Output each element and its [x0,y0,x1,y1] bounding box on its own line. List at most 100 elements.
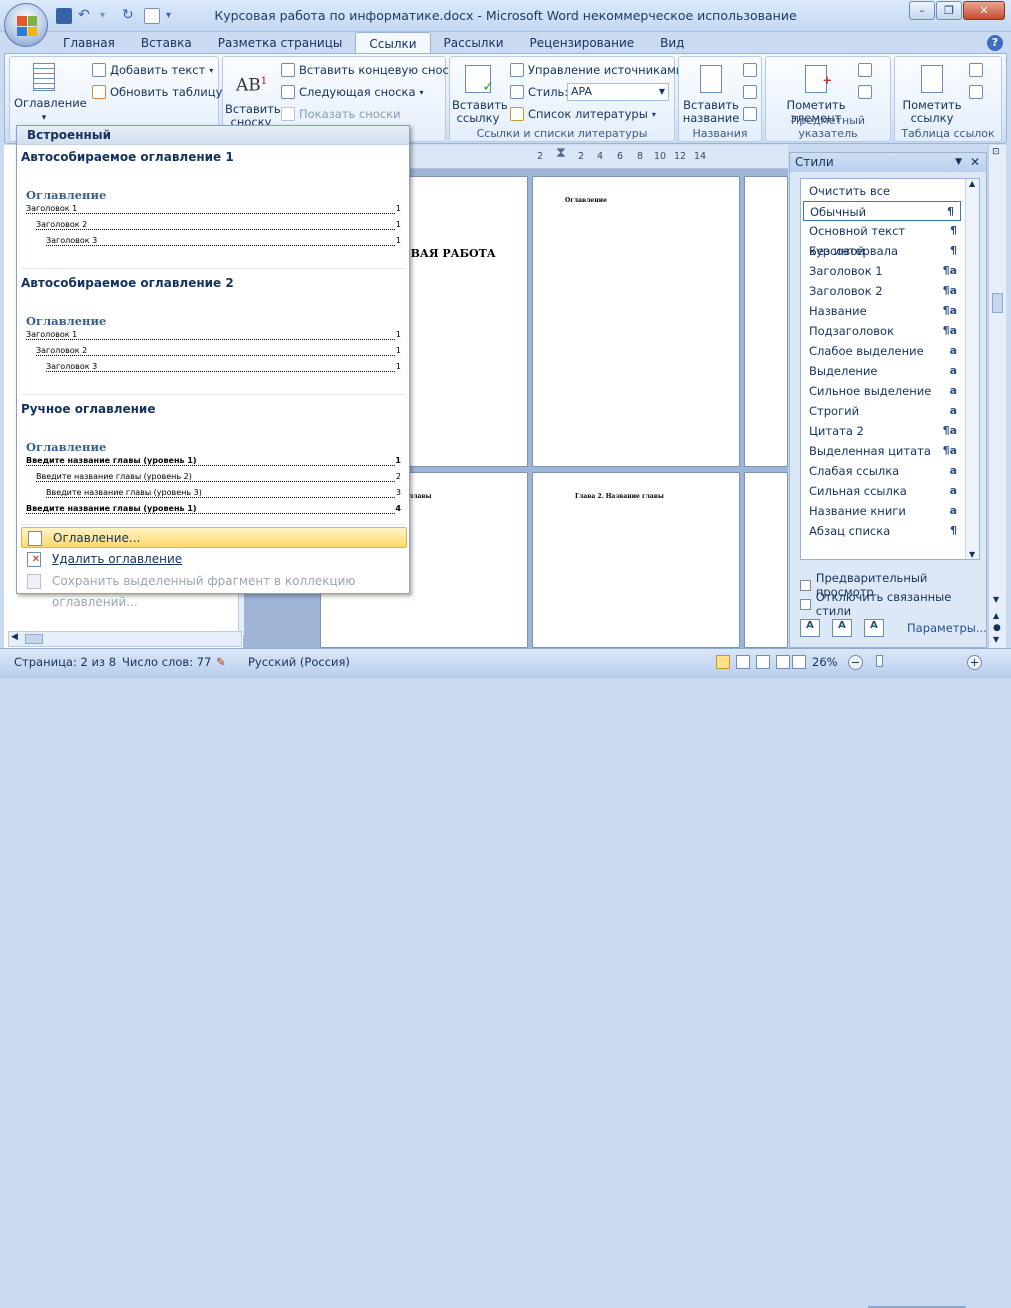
style-item[interactable]: Строгий a [803,401,963,421]
gallery-header: Встроенный [17,126,409,145]
save-selection-menu-item[interactable]: Сохранить выделенный фрагмент в коллекци… [21,571,407,609]
horizontal-scrollbar[interactable]: ◀ [8,631,242,647]
tab-insert[interactable]: Вставка [128,32,205,54]
insert-index-icon[interactable] [858,63,872,77]
divider [21,268,405,269]
tab-mailings[interactable]: Рассылки [431,32,517,54]
style-item[interactable]: Без интервала ¶ [803,241,963,261]
manage-sources-button[interactable]: Управление источниками [510,63,683,77]
style-item[interactable]: Выделенная цитата ¶a [803,441,963,461]
insert-citation-button[interactable]: ✓ Вставить ссылку [452,65,508,125]
scroll-down-icon[interactable]: ▼ [993,595,999,604]
tab-page-layout[interactable]: Разметка страницы [205,32,356,54]
update-table-figures-icon[interactable] [743,85,757,99]
show-notes-button[interactable]: Показать сноски [281,107,401,121]
zoom-level[interactable]: 26% [812,655,838,669]
mark-citation-button[interactable]: Пометить ссылку [899,65,965,125]
disable-linked-checkbox[interactable]: Отключить связанные стили [800,590,986,618]
insert-citation-label: Вставить ссылку [452,98,508,125]
update-toa-icon[interactable] [969,85,983,99]
manage-styles-icon[interactable]: A [864,619,884,637]
style-options-link[interactable]: Параметры... [907,621,987,635]
next-page-icon[interactable]: ▼ [993,635,999,644]
document-page-3[interactable] [744,176,788,467]
split-icon[interactable]: ⊡ [992,147,1000,157]
scroll-up-icon[interactable]: ▲ [969,179,975,188]
browse-object-icon[interactable]: ● [993,623,1001,633]
scroll-thumb[interactable] [992,293,1003,313]
draft-view-icon[interactable] [792,655,806,669]
style-item[interactable]: Абзац списка ¶ [803,521,963,541]
style-item[interactable]: Заголовок 1 ¶a [803,261,963,281]
insert-endnote-label: Вставить концевую сноску [299,63,463,77]
style-item[interactable]: Слабая ссылка a [803,461,963,481]
insert-footnote-button[interactable]: AB1 Вставить сноску [225,67,281,129]
style-item[interactable]: Подзаголовок ¶a [803,321,963,341]
insert-toa-icon[interactable] [969,63,983,77]
toc-preview-auto-2[interactable]: Оглавление Заголовок 11 Заголовок 21 Заг… [21,294,405,390]
bibliography-button[interactable]: Список литературы ▾ [510,107,656,121]
previous-page-icon[interactable]: ▲ [993,611,999,620]
tab-home[interactable]: Главная [50,32,128,54]
insert-table-of-figures-icon[interactable] [743,63,757,77]
toc-preview-manual[interactable]: Оглавление Введите название главы (урове… [21,420,405,520]
toc-preview-line: Заголовок 21 [36,346,401,356]
insert-endnote-button[interactable]: Вставить концевую сноску [281,63,463,77]
add-text-button[interactable]: Добавить текст ▾ [92,63,213,77]
toc-dialog-menu-item[interactable]: Оглавление... [21,527,407,548]
style-item[interactable]: Слабое выделение a [803,341,963,361]
toc-button[interactable]: Оглавление ▾ [14,63,87,125]
pane-options-icon[interactable]: ▼ [955,153,962,172]
office-logo-icon [17,16,37,36]
zoom-out-icon[interactable]: − [848,655,863,670]
close-button[interactable]: ✕ [963,1,1005,20]
word-count[interactable]: Число слов: 77 [122,655,211,669]
tab-view[interactable]: Вид [647,32,697,54]
indent-marker-icon[interactable]: ⧗ [556,145,566,161]
remove-toc-menu-item[interactable]: ✕ Удалить оглавление [21,549,407,570]
new-style-icon[interactable]: A [800,619,820,637]
style-item[interactable]: Основной текст курсовой ¶ [803,221,963,258]
scroll-thumb[interactable] [25,634,43,644]
document-page-5[interactable]: Глава 2. Название главы [532,472,740,648]
update-index-icon[interactable] [858,85,872,99]
style-inspector-icon[interactable]: A [832,619,852,637]
office-button[interactable] [4,3,48,47]
tab-references[interactable]: Ссылки [355,32,431,54]
style-item[interactable]: Сильная ссылка a [803,481,963,501]
style-item[interactable]: Выделение a [803,361,963,381]
mark-citation-label: Пометить ссылку [902,98,962,125]
tab-review[interactable]: Рецензирование [517,32,648,54]
document-page-2[interactable]: Оглавление [532,176,740,467]
toc-preview-auto-1[interactable]: Оглавление Заголовок 11 Заголовок 21 Заг… [21,168,405,264]
style-item-selected[interactable]: Обычный ¶ [803,201,961,221]
styles-list-scrollbar[interactable]: ▲ ▼ [965,179,979,559]
citation-style-select[interactable]: APA ▼ [567,83,669,101]
document-page-6[interactable] [744,472,788,648]
web-layout-icon[interactable] [756,655,770,669]
page-indicator[interactable]: Страница: 2 из 8 [14,655,116,669]
style-item[interactable]: Цитата 2 ¶a [803,421,963,441]
cross-reference-icon[interactable] [743,107,757,121]
style-item[interactable]: Очистить все [803,181,963,201]
close-pane-icon[interactable]: ✕ [970,153,980,172]
style-item[interactable]: Сильное выделение a [803,381,963,401]
restore-button[interactable]: ❐ [936,1,962,20]
update-table-button[interactable]: Обновить таблицу [92,85,222,99]
language-indicator[interactable]: Русский (Россия) [248,655,350,669]
insert-caption-button[interactable]: Вставить название [681,65,741,125]
scroll-down-icon[interactable]: ▼ [969,550,975,559]
help-icon[interactable]: ? [987,35,1003,51]
style-item[interactable]: Название книги a [803,501,963,521]
full-screen-reading-icon[interactable] [736,655,750,669]
minimize-button[interactable]: – [909,1,935,20]
style-item[interactable]: Заголовок 2 ¶a [803,281,963,301]
right-vertical-scrollbar[interactable]: ⊡ ▼ ▲ ● ▼ [988,145,1006,648]
next-footnote-button[interactable]: Следующая сноска ▾ [281,85,424,99]
zoom-slider-thumb[interactable] [876,655,883,667]
proofing-icon[interactable]: ✎ [216,655,226,669]
print-layout-icon[interactable] [716,655,730,669]
zoom-in-icon[interactable]: + [967,655,982,670]
style-item[interactable]: Название ¶a [803,301,963,321]
outline-view-icon[interactable] [776,655,790,669]
